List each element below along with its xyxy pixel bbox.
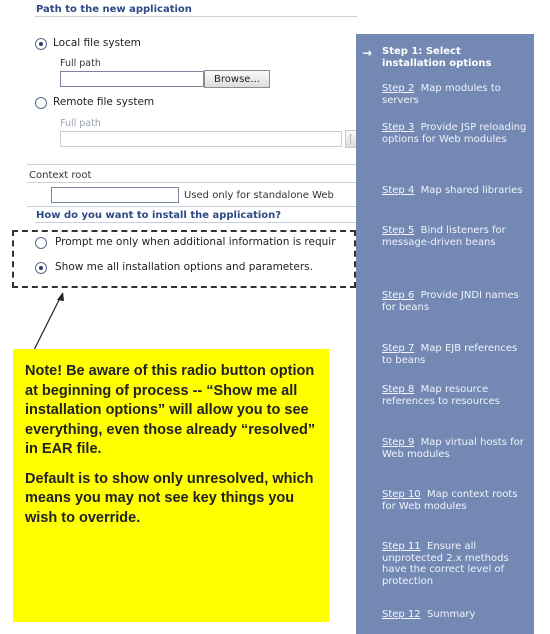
step-10-link[interactable]: Step 10	[382, 489, 421, 500]
step-11: Step 11 Ensure all unprotected 2.x metho…	[382, 541, 527, 587]
step-2-link[interactable]: Step 2	[382, 83, 414, 94]
highlight-box	[12, 230, 356, 288]
current-step-arrow-icon: →	[362, 46, 373, 60]
step-12-text: Summary	[427, 609, 476, 620]
step-11-link[interactable]: Step 11	[382, 541, 421, 552]
path-section-title: Path to the new application	[36, 4, 192, 15]
context-root-label: Context root	[29, 170, 92, 181]
note-paragraph-1: Note! Be aware of this radio button opti…	[25, 363, 316, 457]
step-9-link[interactable]: Step 9	[382, 437, 414, 448]
context-root-input[interactable]	[51, 187, 179, 203]
step-1-label: Step 1: Select installation options	[382, 46, 492, 69]
local-file-system-radio[interactable]	[35, 38, 47, 50]
remote-full-path-input[interactable]	[60, 131, 342, 147]
step-8: Step 8 Map resource references to resour…	[382, 384, 527, 407]
step-4-link[interactable]: Step 4	[382, 185, 414, 196]
step-7: Step 7 Map EJB references to beans	[382, 343, 527, 366]
local-file-system-label: Local file system	[53, 37, 141, 49]
step-5: Step 5 Bind listeners for message-driven…	[382, 225, 527, 248]
step-10: Step 10 Map context roots for Web module…	[382, 489, 527, 512]
section-divider	[27, 206, 357, 207]
browse-button[interactable]: Browse...	[204, 70, 270, 88]
pointer-arrow-icon	[33, 292, 64, 351]
remote-full-path-label: Full path	[60, 118, 101, 129]
step-3: Step 3 Provide JSP reloading options for…	[382, 122, 527, 145]
step-9: Step 9 Map virtual hosts for Web modules	[382, 437, 527, 460]
section-divider	[35, 16, 357, 17]
step-2: Step 2 Map modules to servers	[382, 83, 527, 106]
step-4-text: Map shared libraries	[420, 185, 523, 196]
step-5-link[interactable]: Step 5	[382, 225, 414, 236]
step-3-link[interactable]: Step 3	[382, 122, 414, 133]
note-callout: Note! Be aware of this radio button opti…	[13, 349, 329, 622]
remote-file-system-label: Remote file system	[53, 96, 155, 108]
note-paragraph-2: Default is to show only unresolved, whic…	[25, 470, 314, 526]
remote-file-system-radio[interactable]	[35, 97, 47, 109]
step-8-link[interactable]: Step 8	[382, 384, 414, 395]
step-4: Step 4 Map shared libraries	[382, 185, 527, 197]
step-7-link[interactable]: Step 7	[382, 343, 414, 354]
step-6: Step 6 Provide JNDI names for beans	[382, 290, 527, 313]
section-divider	[27, 182, 357, 183]
section-divider	[27, 164, 357, 165]
step-12: Step 12 Summary	[382, 609, 527, 621]
step-6-link[interactable]: Step 6	[382, 290, 414, 301]
step-1-current: Step 1: Select installation options	[382, 46, 527, 69]
wizard-steps-panel: → Step 1: Select installation options St…	[356, 34, 534, 634]
local-full-path-input[interactable]	[60, 71, 204, 87]
section-divider	[35, 222, 357, 223]
local-full-path-label: Full path	[60, 58, 101, 69]
step-12-link[interactable]: Step 12	[382, 609, 421, 620]
install-section-title: How do you want to install the applicati…	[36, 210, 282, 221]
context-root-hint: Used only for standalone Web	[184, 190, 334, 201]
